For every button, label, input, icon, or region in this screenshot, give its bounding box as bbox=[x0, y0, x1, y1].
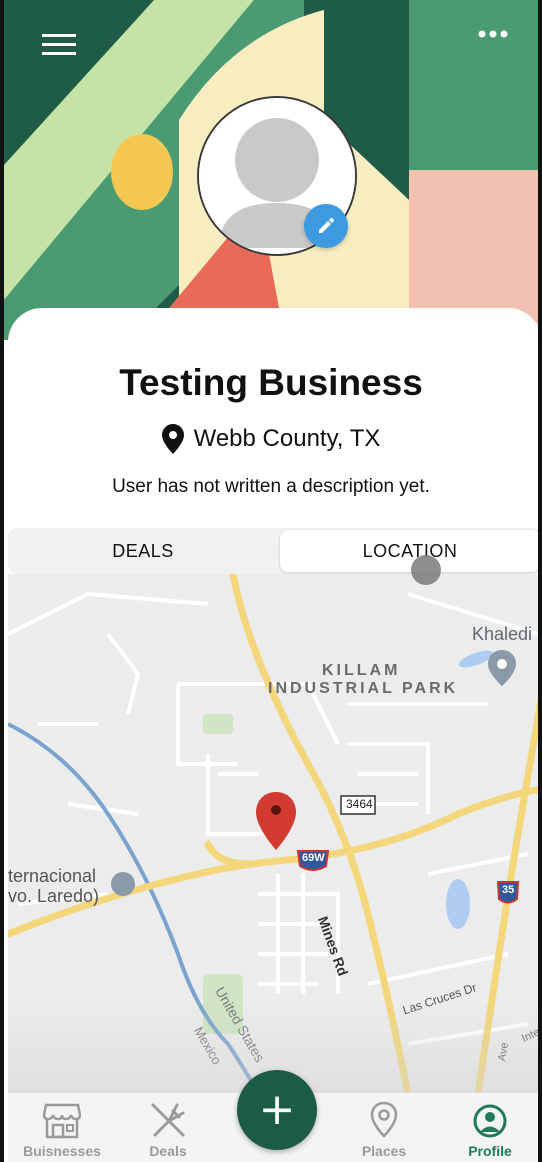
map-pin-icon bbox=[161, 424, 184, 454]
storefront-icon bbox=[43, 1103, 81, 1139]
nav-label-profile: Profile bbox=[468, 1143, 512, 1159]
touch-indicator bbox=[411, 555, 441, 585]
map-label-industrial-park: INDUSTRIAL PARK bbox=[268, 680, 459, 697]
nav-item-businesses[interactable]: Buisnesses bbox=[12, 1093, 112, 1162]
add-button[interactable]: + bbox=[237, 1070, 317, 1150]
pencil-icon bbox=[319, 218, 334, 233]
nav-label-places: Places bbox=[361, 1143, 407, 1159]
profile-tabs: DEALS LOCATION bbox=[8, 528, 538, 574]
more-options-button[interactable] bbox=[478, 30, 522, 74]
route-69w-label: 69W bbox=[302, 852, 325, 864]
map-label-killam: KILLAM bbox=[322, 662, 401, 679]
business-description: User has not written a description yet. bbox=[112, 476, 430, 497]
map-label-internacional: ternacional bbox=[8, 866, 97, 886]
app-screen: Testing Business Webb County, TX User ha… bbox=[0, 0, 542, 1162]
map-label-khaledi: Khaledi bbox=[472, 624, 533, 644]
location-map[interactable]: KILLAM INDUSTRIAL PARK Khaledi ternacion… bbox=[8, 574, 538, 1094]
user-circle-icon bbox=[473, 1104, 507, 1138]
nav-item-profile[interactable]: Profile bbox=[440, 1093, 538, 1162]
plus-icon: + bbox=[258, 1084, 296, 1135]
nav-item-places[interactable]: Places bbox=[334, 1093, 434, 1162]
location-pin-icon bbox=[370, 1101, 398, 1138]
nav-label-deals: Deals bbox=[149, 1143, 187, 1159]
tab-deals[interactable]: DEALS bbox=[10, 530, 276, 572]
fork-knife-icon bbox=[151, 1103, 185, 1137]
menu-button[interactable] bbox=[42, 33, 86, 77]
map-label-laredo: vo. Laredo) bbox=[8, 886, 100, 906]
nav-item-deals[interactable]: Deals bbox=[118, 1093, 218, 1162]
hamburger-menu-icon bbox=[42, 34, 76, 55]
location-text: Webb County, TX bbox=[193, 425, 381, 452]
more-dots-icon bbox=[478, 30, 508, 38]
tab-location[interactable]: LOCATION bbox=[280, 530, 538, 572]
edit-avatar-button[interactable] bbox=[304, 204, 348, 248]
business-location: Webb County, TX bbox=[4, 424, 538, 454]
route-35-label: 35 bbox=[502, 884, 515, 896]
nav-label-businesses: Buisnesses bbox=[23, 1143, 101, 1159]
business-name: Testing Business bbox=[119, 362, 423, 403]
route-3464-label: 3464 bbox=[346, 797, 373, 811]
